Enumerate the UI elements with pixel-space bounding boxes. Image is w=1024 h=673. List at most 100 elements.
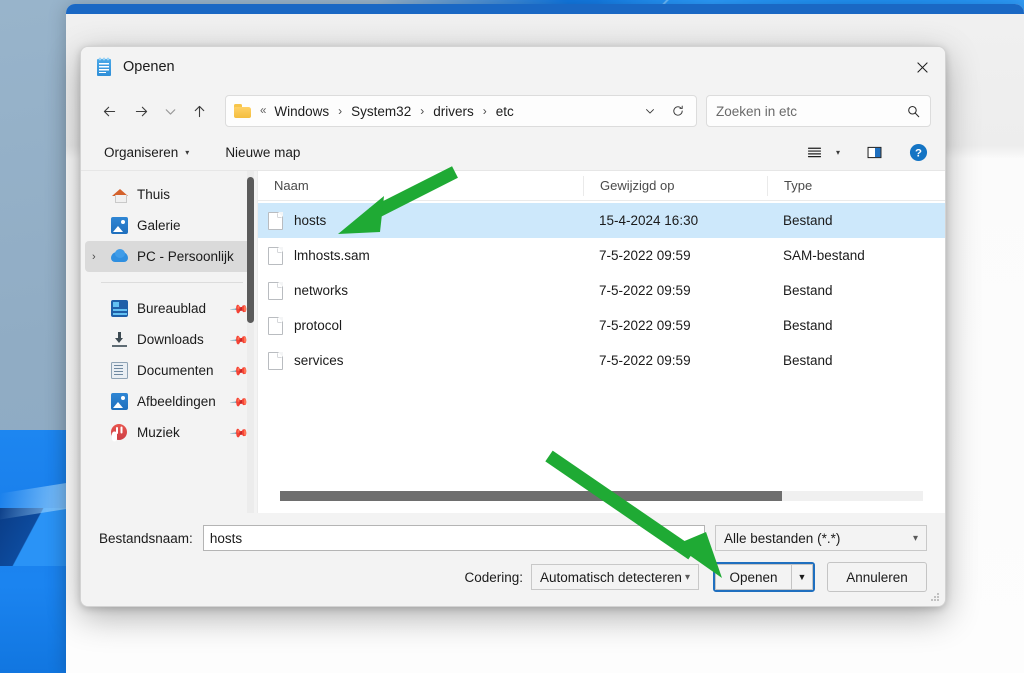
file-icon [268, 316, 283, 335]
file-type: Bestand [783, 283, 833, 298]
file-name-cell: networks [258, 281, 583, 300]
search-input[interactable] [716, 103, 906, 119]
svg-text:?: ? [915, 148, 922, 160]
organize-button[interactable]: Organiseren ▾ [95, 140, 198, 165]
breadcrumb-dropdown-icon[interactable] [636, 98, 664, 124]
breadcrumb-item-system32[interactable]: System32 [349, 102, 413, 121]
sidebar-item-label: PC - Persoonlijk [137, 249, 234, 264]
chevron-down-icon: ▾ [185, 148, 190, 157]
sidebar-item-documenten[interactable]: Documenten 📌 [85, 355, 253, 386]
file-modified: 15-4-2024 16:30 [599, 213, 699, 228]
table-row[interactable]: hosts 15-4-2024 16:30 Bestand [258, 203, 945, 238]
sidebar-scrollbar-thumb[interactable] [247, 177, 254, 323]
table-row[interactable]: protocol 7-5-2022 09:59 Bestand [258, 308, 945, 343]
sidebar-item-label: Bureaublad [137, 301, 207, 316]
gallery-icon [111, 217, 128, 234]
sidebar-item-label: Muziek [137, 425, 180, 440]
scrollbar-thumb[interactable] [280, 491, 782, 501]
breadcrumb-item-windows[interactable]: Windows [272, 102, 331, 121]
dialog-title: Openen [123, 59, 175, 75]
refresh-icon[interactable] [664, 98, 692, 124]
resize-grip[interactable] [930, 592, 940, 602]
folder-icon [234, 104, 251, 118]
sidebar-item-thuis[interactable]: Thuis [85, 179, 253, 210]
chevron-down-icon: ▾ [684, 571, 690, 583]
filetype-dropdown[interactable]: Alle bestanden (*.*) ▾ [715, 525, 927, 551]
file-name-cell: services [258, 351, 583, 370]
breadcrumb-item-drivers[interactable]: drivers [431, 102, 476, 121]
open-button[interactable]: Openen [715, 564, 791, 590]
file-rows: hosts 15-4-2024 16:30 Bestand lmhosts.sa… [258, 201, 945, 487]
column-header-gewijzigd-op[interactable]: Gewijzigd op [583, 175, 767, 196]
organize-label: Organiseren [104, 145, 179, 160]
dialog-footer: Bestandsnaam: Alle bestanden (*.*) ▾ Cod… [81, 513, 945, 606]
table-row[interactable]: lmhosts.sam 7-5-2022 09:59 SAM-bestand [258, 238, 945, 273]
help-icon[interactable]: ? [903, 139, 933, 167]
file-icon [268, 281, 283, 300]
breadcrumb: « Windows › System32 › drivers › etc [254, 102, 516, 121]
recent-locations-button[interactable] [157, 95, 183, 127]
home-icon [111, 186, 128, 203]
pictures-icon [111, 393, 128, 410]
download-icon [111, 331, 128, 348]
breadcrumb-overflow[interactable]: « [260, 105, 266, 117]
sidebar-item-pc-persoonlijk[interactable]: › PC - Persoonlijk [85, 241, 253, 272]
chevron-right-icon: › [482, 104, 487, 118]
screen: Openen « Windows › System32 › drivers › … [0, 0, 1024, 673]
file-type: SAM-bestand [783, 248, 865, 263]
open-split-dropdown-icon[interactable]: ▼ [791, 564, 813, 590]
chevron-right-icon: › [420, 104, 425, 118]
column-headers: Naam Gewijzigd op Type [258, 171, 945, 201]
breadcrumb-bar[interactable]: « Windows › System32 › drivers › etc [225, 95, 697, 127]
cancel-button[interactable]: Annuleren [827, 562, 927, 592]
column-header-type[interactable]: Type [767, 175, 945, 196]
search-icon [908, 105, 920, 117]
encoding-value: Automatisch detecteren [540, 569, 682, 585]
file-modified: 7-5-2022 09:59 [599, 318, 691, 333]
back-button[interactable] [93, 95, 125, 127]
file-name: services [294, 353, 344, 368]
sidebar-item-muziek[interactable]: Muziek 📌 [85, 417, 253, 448]
scrollbar-track[interactable] [280, 491, 923, 501]
sidebar-item-label: Galerie [137, 218, 181, 233]
file-icon [268, 211, 283, 230]
table-row[interactable]: networks 7-5-2022 09:59 Bestand [258, 273, 945, 308]
encoding-dropdown[interactable]: Automatisch detecteren ▾ [531, 564, 699, 590]
open-file-dialog: Openen « Windows › System32 › drivers › … [80, 46, 946, 607]
desktop-icon [111, 300, 128, 317]
file-type: Bestand [783, 213, 833, 228]
file-icon [268, 351, 283, 370]
sidebar-item-afbeeldingen[interactable]: Afbeeldingen 📌 [85, 386, 253, 417]
chevron-right-icon[interactable]: › [92, 251, 96, 263]
sidebar-item-label: Afbeeldingen [137, 394, 216, 409]
sidebar-item-downloads[interactable]: Downloads 📌 [85, 324, 253, 355]
sidebar-item-bureaublad[interactable]: Bureaublad 📌 [85, 293, 253, 324]
preview-pane-icon[interactable] [859, 139, 889, 167]
breadcrumb-item-etc[interactable]: etc [494, 102, 516, 121]
sidebar-item-label: Thuis [137, 187, 171, 202]
file-name: lmhosts.sam [294, 248, 370, 263]
new-folder-label: Nieuwe map [225, 145, 301, 160]
filename-input[interactable] [202, 525, 705, 551]
close-icon[interactable] [899, 47, 945, 87]
chevron-right-icon: › [338, 104, 343, 118]
view-list-icon[interactable] [799, 139, 829, 167]
table-row[interactable]: services 7-5-2022 09:59 Bestand [258, 343, 945, 378]
column-header-naam[interactable]: Naam [258, 176, 583, 196]
notepad-titlebar [66, 4, 1024, 14]
file-type: Bestand [783, 353, 833, 368]
horizontal-scrollbar[interactable] [258, 487, 945, 513]
documents-icon [111, 362, 128, 379]
music-icon [111, 424, 128, 441]
file-name-cell: protocol [258, 316, 583, 335]
up-button[interactable] [183, 95, 215, 127]
file-modified: 7-5-2022 09:59 [599, 248, 691, 263]
view-dropdown-icon[interactable]: ▾ [831, 139, 845, 167]
forward-button[interactable] [125, 95, 157, 127]
filetype-value: Alle bestanden (*.*) [724, 530, 841, 546]
sidebar-item-galerie[interactable]: Galerie [85, 210, 253, 241]
new-folder-button[interactable]: Nieuwe map [216, 140, 309, 165]
dialog-titlebar[interactable]: Openen [81, 47, 945, 87]
search-box[interactable] [706, 95, 931, 127]
file-name-cell: hosts [258, 211, 583, 230]
